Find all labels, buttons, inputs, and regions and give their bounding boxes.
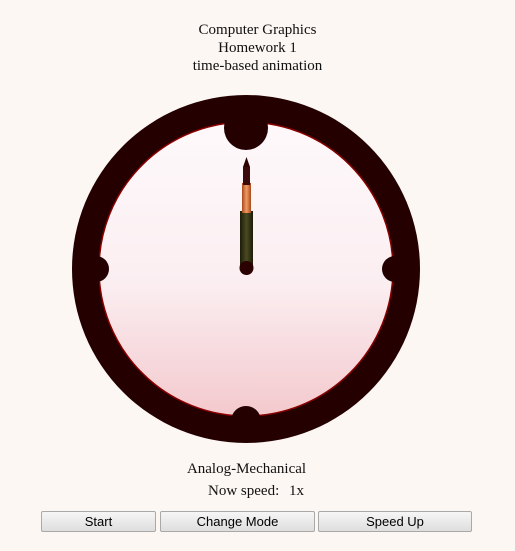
header-description: time-based animation — [192, 58, 323, 74]
analog-clock-canvas — [70, 95, 422, 445]
page-header: Computer Graphics Homework 1 time-based … — [0, 21, 515, 75]
second-hand-segment — [243, 167, 250, 185]
speed-status: Now speed: 1x — [208, 483, 304, 500]
start-button[interactable]: Start — [41, 511, 156, 532]
speed-value: 1x — [289, 483, 304, 499]
speed-label: Now speed: — [208, 483, 280, 499]
header-subtitle: Homework 1 — [218, 40, 297, 56]
minute-hand-segment — [242, 183, 251, 213]
header-title: Computer Graphics — [198, 22, 317, 38]
center-pivot — [239, 261, 254, 275]
hour-marker-3 — [382, 256, 408, 282]
hour-marker-9 — [83, 256, 109, 282]
clock-mode-label: Analog-Mechanical — [186, 461, 307, 477]
hour-marker-12 — [224, 106, 268, 150]
hour-hand — [240, 211, 253, 267]
change-mode-button[interactable]: Change Mode — [160, 511, 315, 532]
speed-up-button[interactable]: Speed Up — [318, 511, 472, 532]
hour-marker-6 — [231, 406, 261, 436]
